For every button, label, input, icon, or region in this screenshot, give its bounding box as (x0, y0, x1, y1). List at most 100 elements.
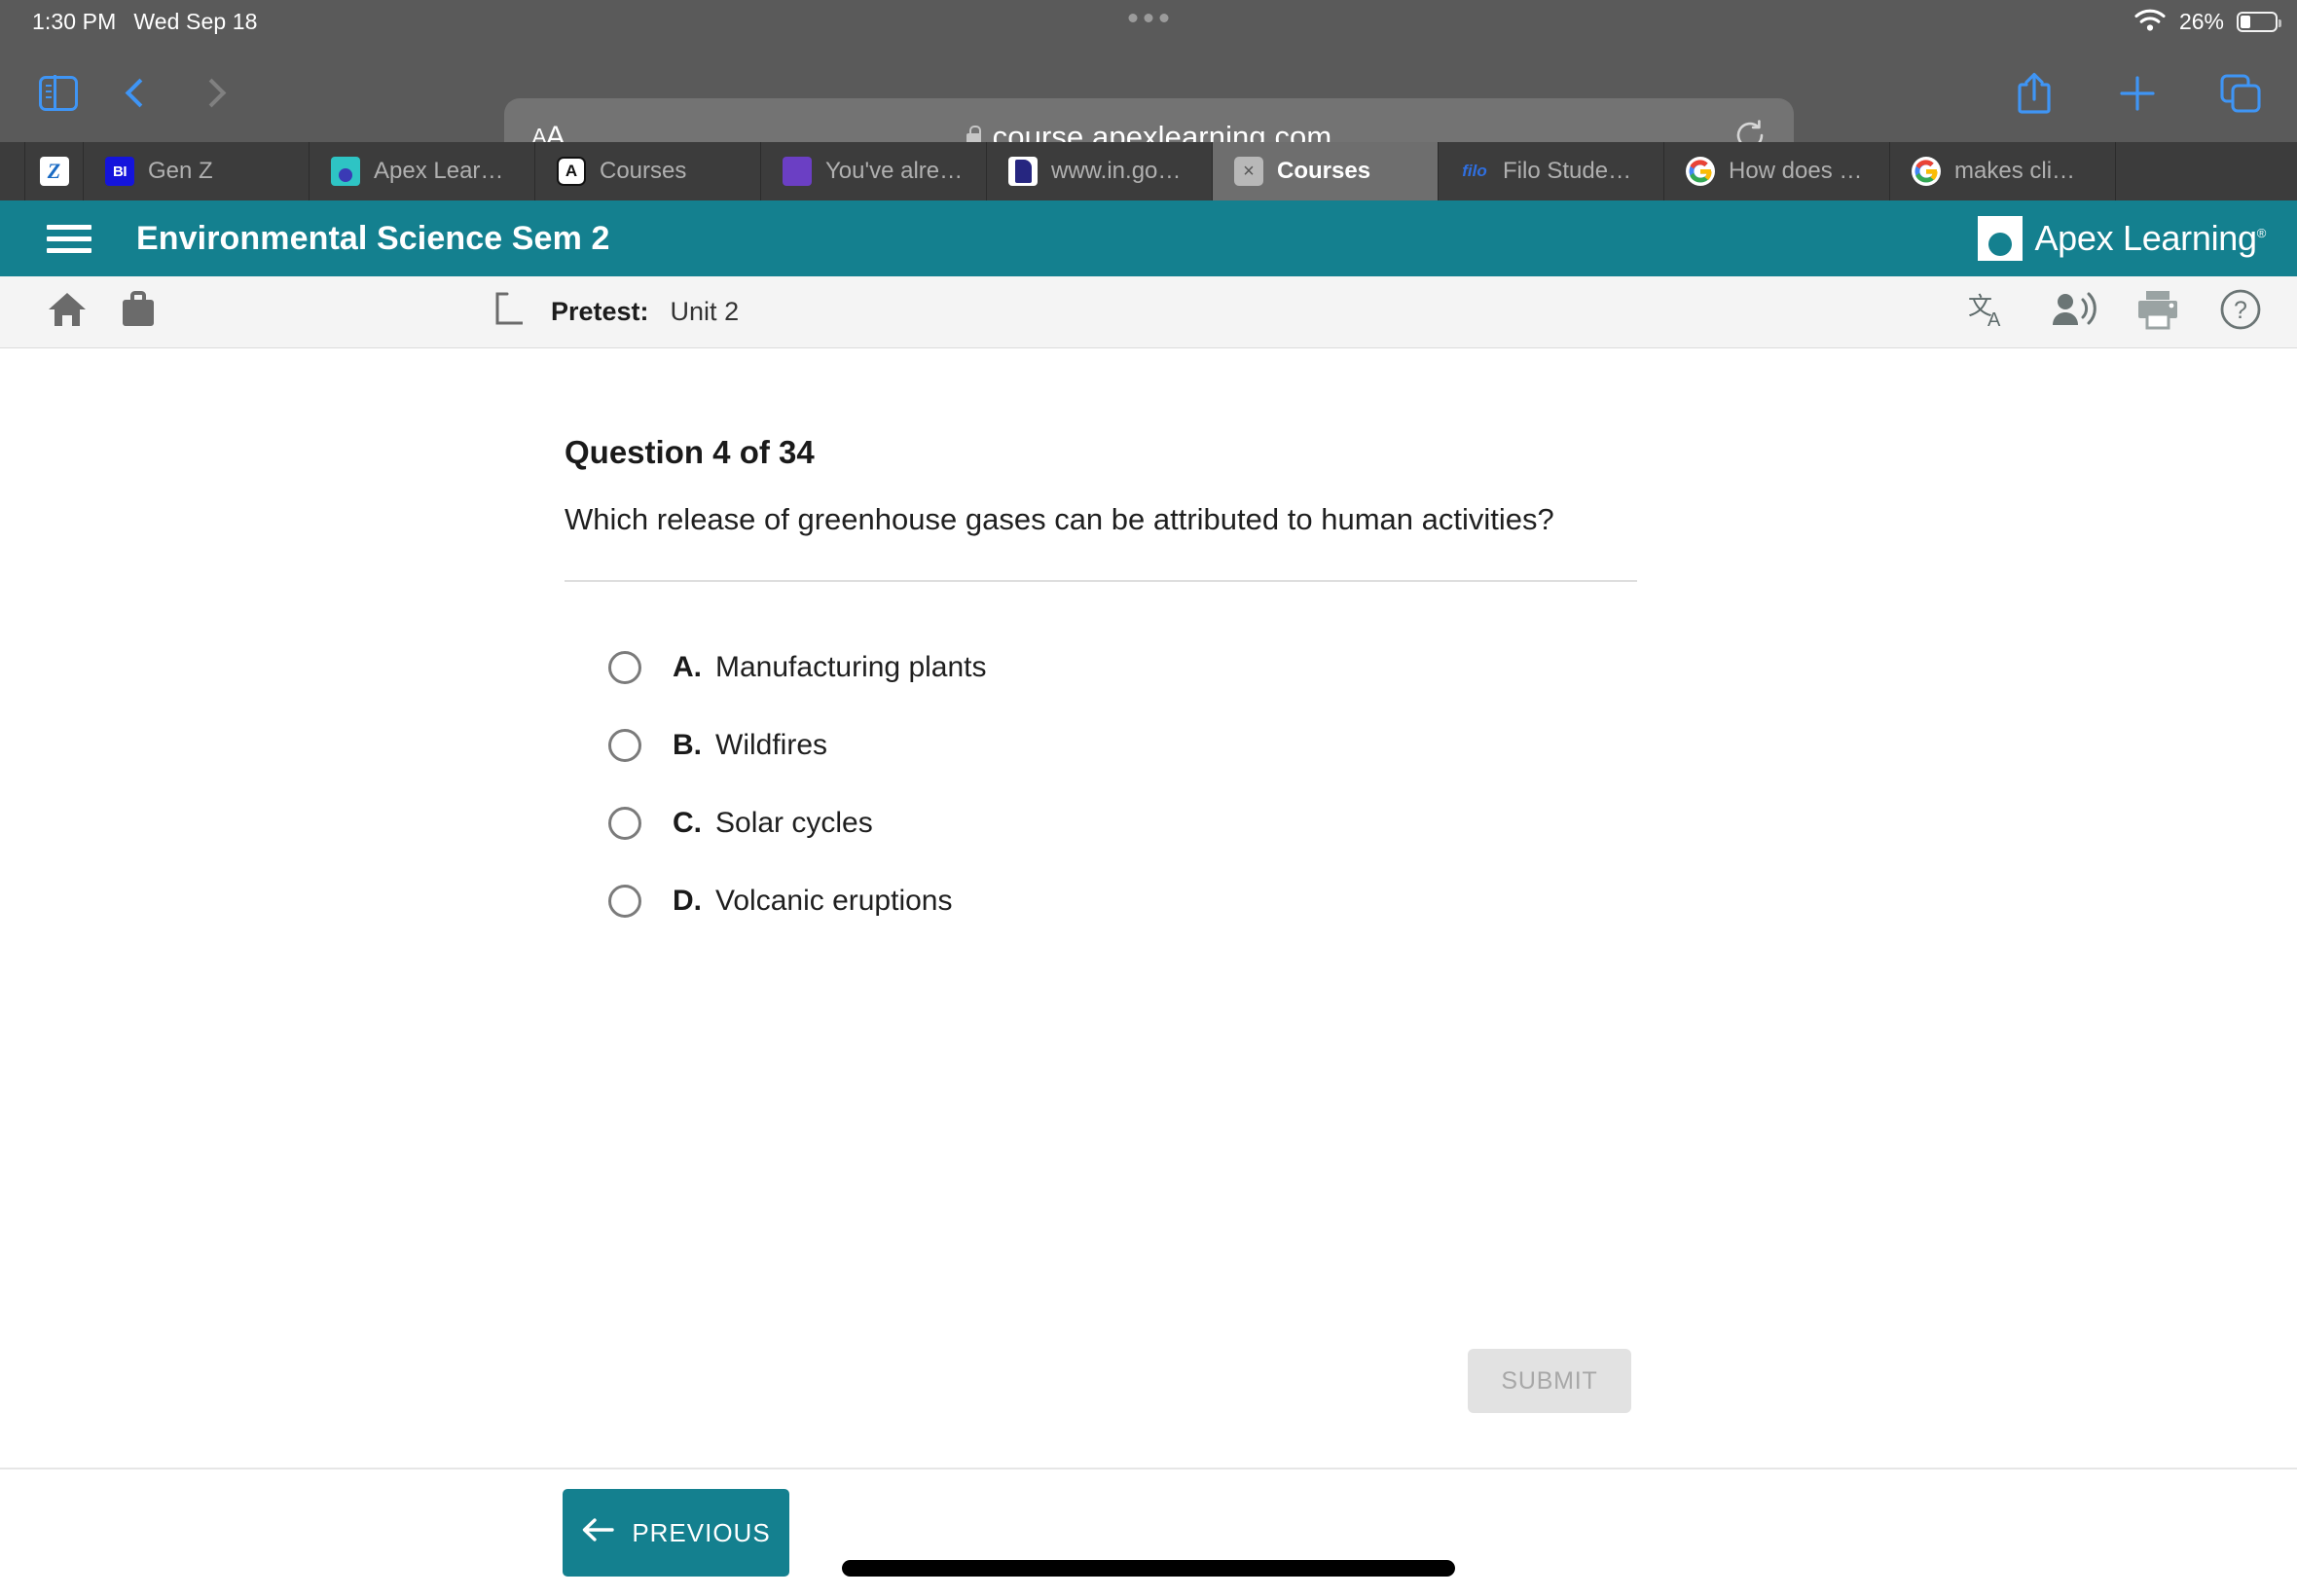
battery-percent: 26% (2178, 9, 2224, 34)
answer-option[interactable]: A. Manufacturing plants (608, 629, 1645, 707)
answer-option-label: Manufacturing plants (715, 651, 987, 683)
status-bar-right: 26% (2133, 0, 2281, 44)
previous-button-label: PREVIOUS (632, 1517, 771, 1547)
sub-toolbar-left (47, 291, 158, 333)
print-button[interactable] (2135, 289, 2180, 335)
briefcase-button[interactable] (119, 291, 158, 333)
browser-tab-title: Apex Learning (374, 158, 513, 184)
breadcrumb-label: Pretest: (551, 297, 649, 326)
question-block: Question 4 of 34 Which release of greenh… (565, 434, 1645, 940)
apex-logo-wordmark: Apex Learning (2034, 218, 2257, 258)
radio-button[interactable] (608, 807, 641, 840)
breadcrumb-value: Unit 2 (670, 297, 740, 326)
nav-icon-group (23, 58, 249, 128)
browser-tab-title: Courses (1277, 158, 1371, 184)
translate-button[interactable]: 文A (1968, 289, 2011, 335)
browser-tab[interactable]: Z (25, 142, 84, 200)
answer-option[interactable]: C. Solar cycles (608, 784, 1645, 862)
answer-option[interactable]: B. Wildfires (608, 707, 1645, 784)
answer-option-label: Wildfires (715, 729, 828, 761)
tab-bar-spacer (0, 142, 25, 200)
page-footer: PREVIOUS (0, 1468, 2297, 1596)
browser-tab[interactable]: How does de... (1664, 142, 1890, 200)
status-date: Wed Sep 18 (133, 9, 258, 34)
browser-tab-title: makes clima... (1954, 158, 2094, 184)
apex-learning-logo: Apex Learning® (1978, 216, 2266, 261)
sub-toolbar-right: 文A ? (1968, 288, 2262, 336)
browser-tab-title: Gen Z (148, 158, 213, 184)
browser-tab-title: How does de... (1729, 158, 1868, 184)
share-button[interactable] (1999, 58, 2069, 128)
apex-logo-mark-icon (1978, 216, 2024, 261)
breadcrumb: Pretest: Unit 2 (494, 291, 739, 333)
question-content-area: Question 4 of 34 Which release of greenh… (0, 348, 2297, 1468)
question-prompt: Which release of greenhouse gases can be… (565, 502, 1554, 536)
new-tab-button[interactable] (2102, 58, 2172, 128)
google-icon (1686, 157, 1715, 186)
google-icon (1912, 157, 1941, 186)
sidebar-toggle-button[interactable] (23, 58, 93, 128)
course-sub-toolbar: Pretest: Unit 2 文A ? (0, 276, 2297, 348)
chevron-left-icon (125, 78, 154, 108)
radio-button[interactable] (608, 729, 641, 762)
browser-tab[interactable]: makes clima... (1890, 142, 2116, 200)
browser-tab[interactable]: www.in.gov/... (987, 142, 1213, 200)
safari-right-icons (1999, 44, 2276, 142)
arrow-left-icon (581, 1517, 615, 1549)
home-indicator[interactable] (842, 1560, 1455, 1577)
business-insider-icon: BI (105, 157, 134, 186)
app-header: Environmental Science Sem 2 Apex Learnin… (0, 200, 2297, 276)
hamburger-menu-icon[interactable] (47, 224, 91, 253)
answer-option-letter: D. (673, 885, 702, 917)
submit-button[interactable]: SUBMIT (1468, 1349, 1631, 1413)
browser-tab-title: Filo Student:... (1503, 158, 1642, 184)
answer-option-letter: C. (673, 807, 702, 839)
up-level-icon[interactable] (494, 291, 529, 333)
ios-status-bar: 1:30 PM Wed Sep 18 26% (0, 0, 2297, 44)
browser-tab[interactable]: filo Filo Student:... (1439, 142, 1664, 200)
status-bar-left: 1:30 PM Wed Sep 18 (32, 9, 258, 35)
browser-tab-title: You've alrea... (825, 158, 965, 184)
read-aloud-button[interactable] (2050, 290, 2096, 334)
apex-logo-text: Apex Learning® (2034, 218, 2266, 259)
answer-option-label: Solar cycles (715, 807, 873, 839)
home-button[interactable] (47, 291, 88, 333)
apex-a-icon: A (557, 157, 586, 186)
answer-option[interactable]: D. Volcanic eruptions (608, 862, 1645, 940)
previous-button[interactable]: PREVIOUS (563, 1489, 789, 1577)
back-button[interactable] (101, 58, 171, 128)
question-divider (565, 580, 1637, 582)
browser-tab[interactable]: Apex Learning (310, 142, 535, 200)
answer-option-label: Volcanic eruptions (715, 885, 953, 917)
answer-option-letter: A. (673, 651, 702, 683)
question-heading: Question 4 of 34 (565, 434, 815, 470)
browser-tab-title: Courses (600, 158, 687, 184)
multitask-dots[interactable] (1128, 14, 1169, 22)
document-icon (1008, 157, 1038, 186)
browser-tab[interactable]: BI Gen Z (84, 142, 310, 200)
forward-button (179, 58, 249, 128)
answer-option-letter: B. (673, 729, 702, 761)
battery-icon (2237, 12, 2281, 32)
browser-tab-title: www.in.gov/... (1051, 158, 1190, 184)
trademark-symbol: ® (2256, 226, 2267, 240)
sidebar-icon (39, 75, 78, 111)
list-icon (783, 157, 812, 186)
course-title: Environmental Science Sem 2 (136, 219, 610, 257)
radio-button[interactable] (608, 651, 641, 684)
help-button[interactable]: ? (2219, 288, 2262, 336)
safari-toolbar: AAAA course.apexlearning.com (0, 44, 2297, 175)
filo-icon: filo (1462, 162, 1487, 180)
radio-button[interactable] (608, 885, 641, 918)
apex-learning-icon (331, 157, 360, 186)
close-icon: × (1234, 157, 1263, 186)
browser-tab-active[interactable]: × Courses (1213, 142, 1439, 200)
zoom-icon: Z (39, 157, 69, 186)
svg-text:A: A (1987, 309, 2001, 330)
svg-text:?: ? (2234, 297, 2247, 324)
tabs-overview-button[interactable] (2206, 58, 2276, 128)
status-time: 1:30 PM (32, 9, 117, 34)
browser-tab[interactable]: You've alrea... (761, 142, 987, 200)
browser-tab[interactable]: A Courses (535, 142, 761, 200)
chevron-right-icon (197, 78, 226, 108)
